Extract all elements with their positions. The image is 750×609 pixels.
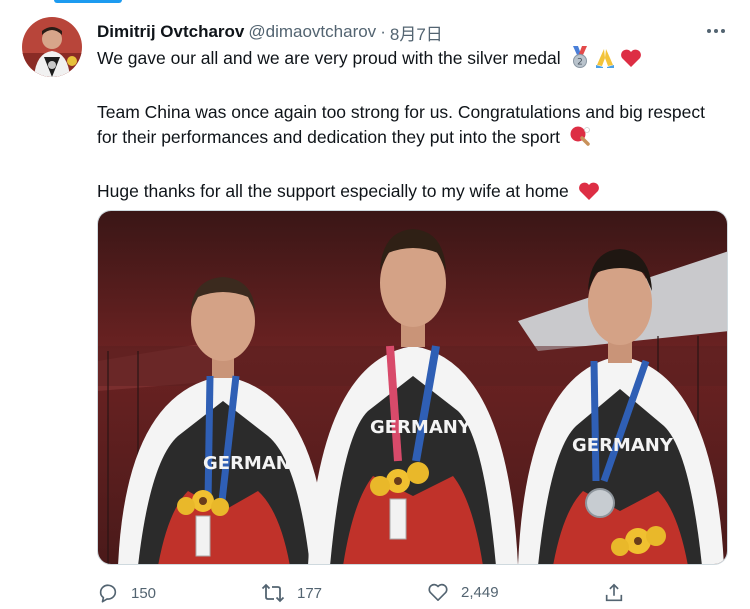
tweet-photo[interactable]: GERMANY GERMANY GERMANY: [97, 210, 728, 565]
more-dots-icon: [714, 29, 718, 33]
tweet-paragraph-2-text: Team China was once again too strong for…: [97, 102, 705, 147]
reply-button[interactable]: 150: [97, 582, 156, 604]
tweet-paragraph-3-text: Huge thanks for all the support especial…: [97, 181, 569, 201]
avatar-image: [22, 17, 82, 77]
heart-outline-icon: [428, 583, 448, 601]
tweet-text: We gave our all and we are very proud wi…: [97, 46, 717, 208]
reply-count: 150: [131, 584, 157, 602]
tweet-paragraph-3: Huge thanks for all the support especial…: [97, 179, 717, 208]
author-display-name[interactable]: Dimitrij Ovtcharov: [97, 22, 244, 42]
like-button[interactable]: 2,449: [427, 582, 499, 602]
more-options-button[interactable]: [704, 21, 728, 41]
folded-hands-icon: [594, 46, 616, 75]
red-heart-icon: [578, 181, 600, 208]
speech-bubble-icon: [99, 584, 117, 603]
jersey-text-center: GERMANY: [370, 417, 472, 438]
photo-three-medalists: GERMANY GERMANY GERMANY: [98, 211, 727, 564]
retweet-arrows-icon: [261, 583, 285, 603]
more-dots-icon: [721, 29, 725, 33]
tweet-actions: 150 177 2,449: [97, 582, 637, 608]
like-count: 2,449: [461, 583, 499, 601]
tweet-paragraph-2: Team China was once again too strong for…: [97, 100, 717, 154]
avatar[interactable]: [22, 17, 82, 77]
retweet-button[interactable]: 177: [261, 582, 322, 604]
jersey-text-left: GERMANY: [203, 453, 305, 474]
tweet-date[interactable]: 8月7日: [390, 20, 443, 45]
share-upload-icon: [605, 583, 623, 602]
ping-pong-icon: [569, 125, 591, 154]
2nd-place-medal-icon: 2: [570, 46, 590, 75]
top-tab-indicator: [54, 0, 122, 3]
tweet-header: Dimitrij Ovtcharov @dimaovtcharov · 8月7日: [97, 20, 443, 45]
svg-text:2: 2: [577, 58, 583, 68]
tweet-paragraph-1-text: We gave our all and we are very proud wi…: [97, 48, 561, 68]
author-handle[interactable]: @dimaovtcharov: [248, 22, 376, 42]
retweet-count: 177: [297, 584, 323, 602]
red-heart-icon: [620, 48, 642, 75]
tweet-paragraph-1: We gave our all and we are very proud wi…: [97, 46, 717, 75]
header-separator: ·: [380, 22, 386, 41]
jersey-text-right: GERMANY: [572, 435, 674, 456]
share-button[interactable]: [603, 582, 625, 604]
more-dots-icon: [707, 29, 711, 33]
